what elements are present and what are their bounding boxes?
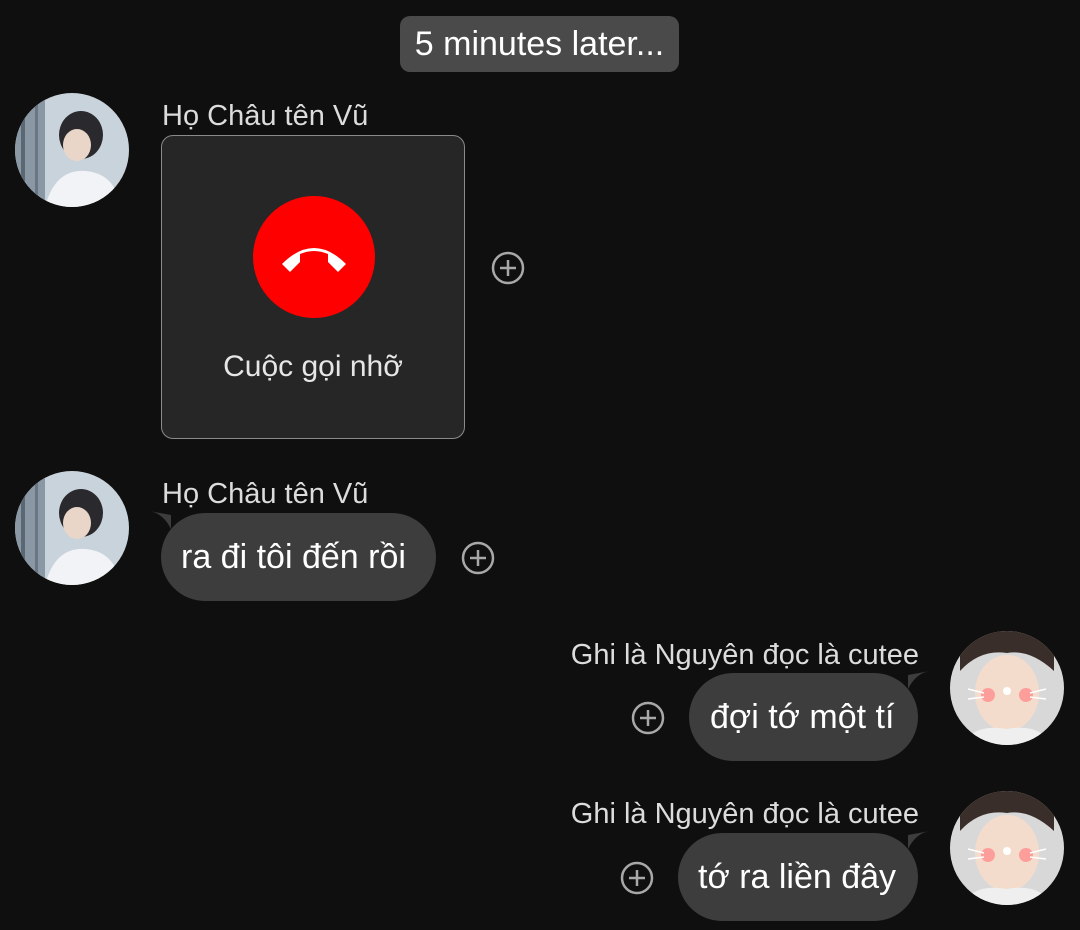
missed-call-label: Cuộc gọi nhỡ <box>223 350 403 383</box>
avatar-vu[interactable] <box>15 471 129 585</box>
message-bubble[interactable]: ra đi tôi đến rồi <box>149 511 436 601</box>
sender-name: Họ Châu tên Vũ <box>162 478 369 510</box>
sender-name: Họ Châu tên Vũ <box>162 100 369 132</box>
missed-call-card[interactable]: Cuộc gọi nhỡ <box>161 135 465 439</box>
message-bubble[interactable]: tớ ra liền đây <box>678 831 930 921</box>
bubble-tail <box>149 511 171 529</box>
bubble-tail <box>908 671 930 689</box>
message-bubble[interactable]: đợi tớ một tí <box>689 671 930 761</box>
add-reaction-icon[interactable] <box>491 251 525 285</box>
phone-hangup-icon <box>253 196 375 318</box>
sender-name: Ghi là Nguyên đọc là cutee <box>570 798 919 830</box>
message-text: tớ ra liền đây <box>698 858 897 896</box>
add-reaction-icon[interactable] <box>620 861 654 895</box>
avatar-vu[interactable] <box>15 93 129 207</box>
add-reaction-icon[interactable] <box>631 701 665 735</box>
avatar-nguyen[interactable] <box>950 791 1064 905</box>
add-reaction-icon[interactable] <box>461 541 495 575</box>
message-text: ra đi tôi đến rồi <box>181 538 406 576</box>
time-divider: 5 minutes later... <box>400 16 679 72</box>
sender-name: Ghi là Nguyên đọc là cutee <box>570 639 919 671</box>
bubble-tail <box>908 831 930 849</box>
message-text: đợi tớ một tí <box>710 698 895 736</box>
avatar-nguyen[interactable] <box>950 631 1064 745</box>
